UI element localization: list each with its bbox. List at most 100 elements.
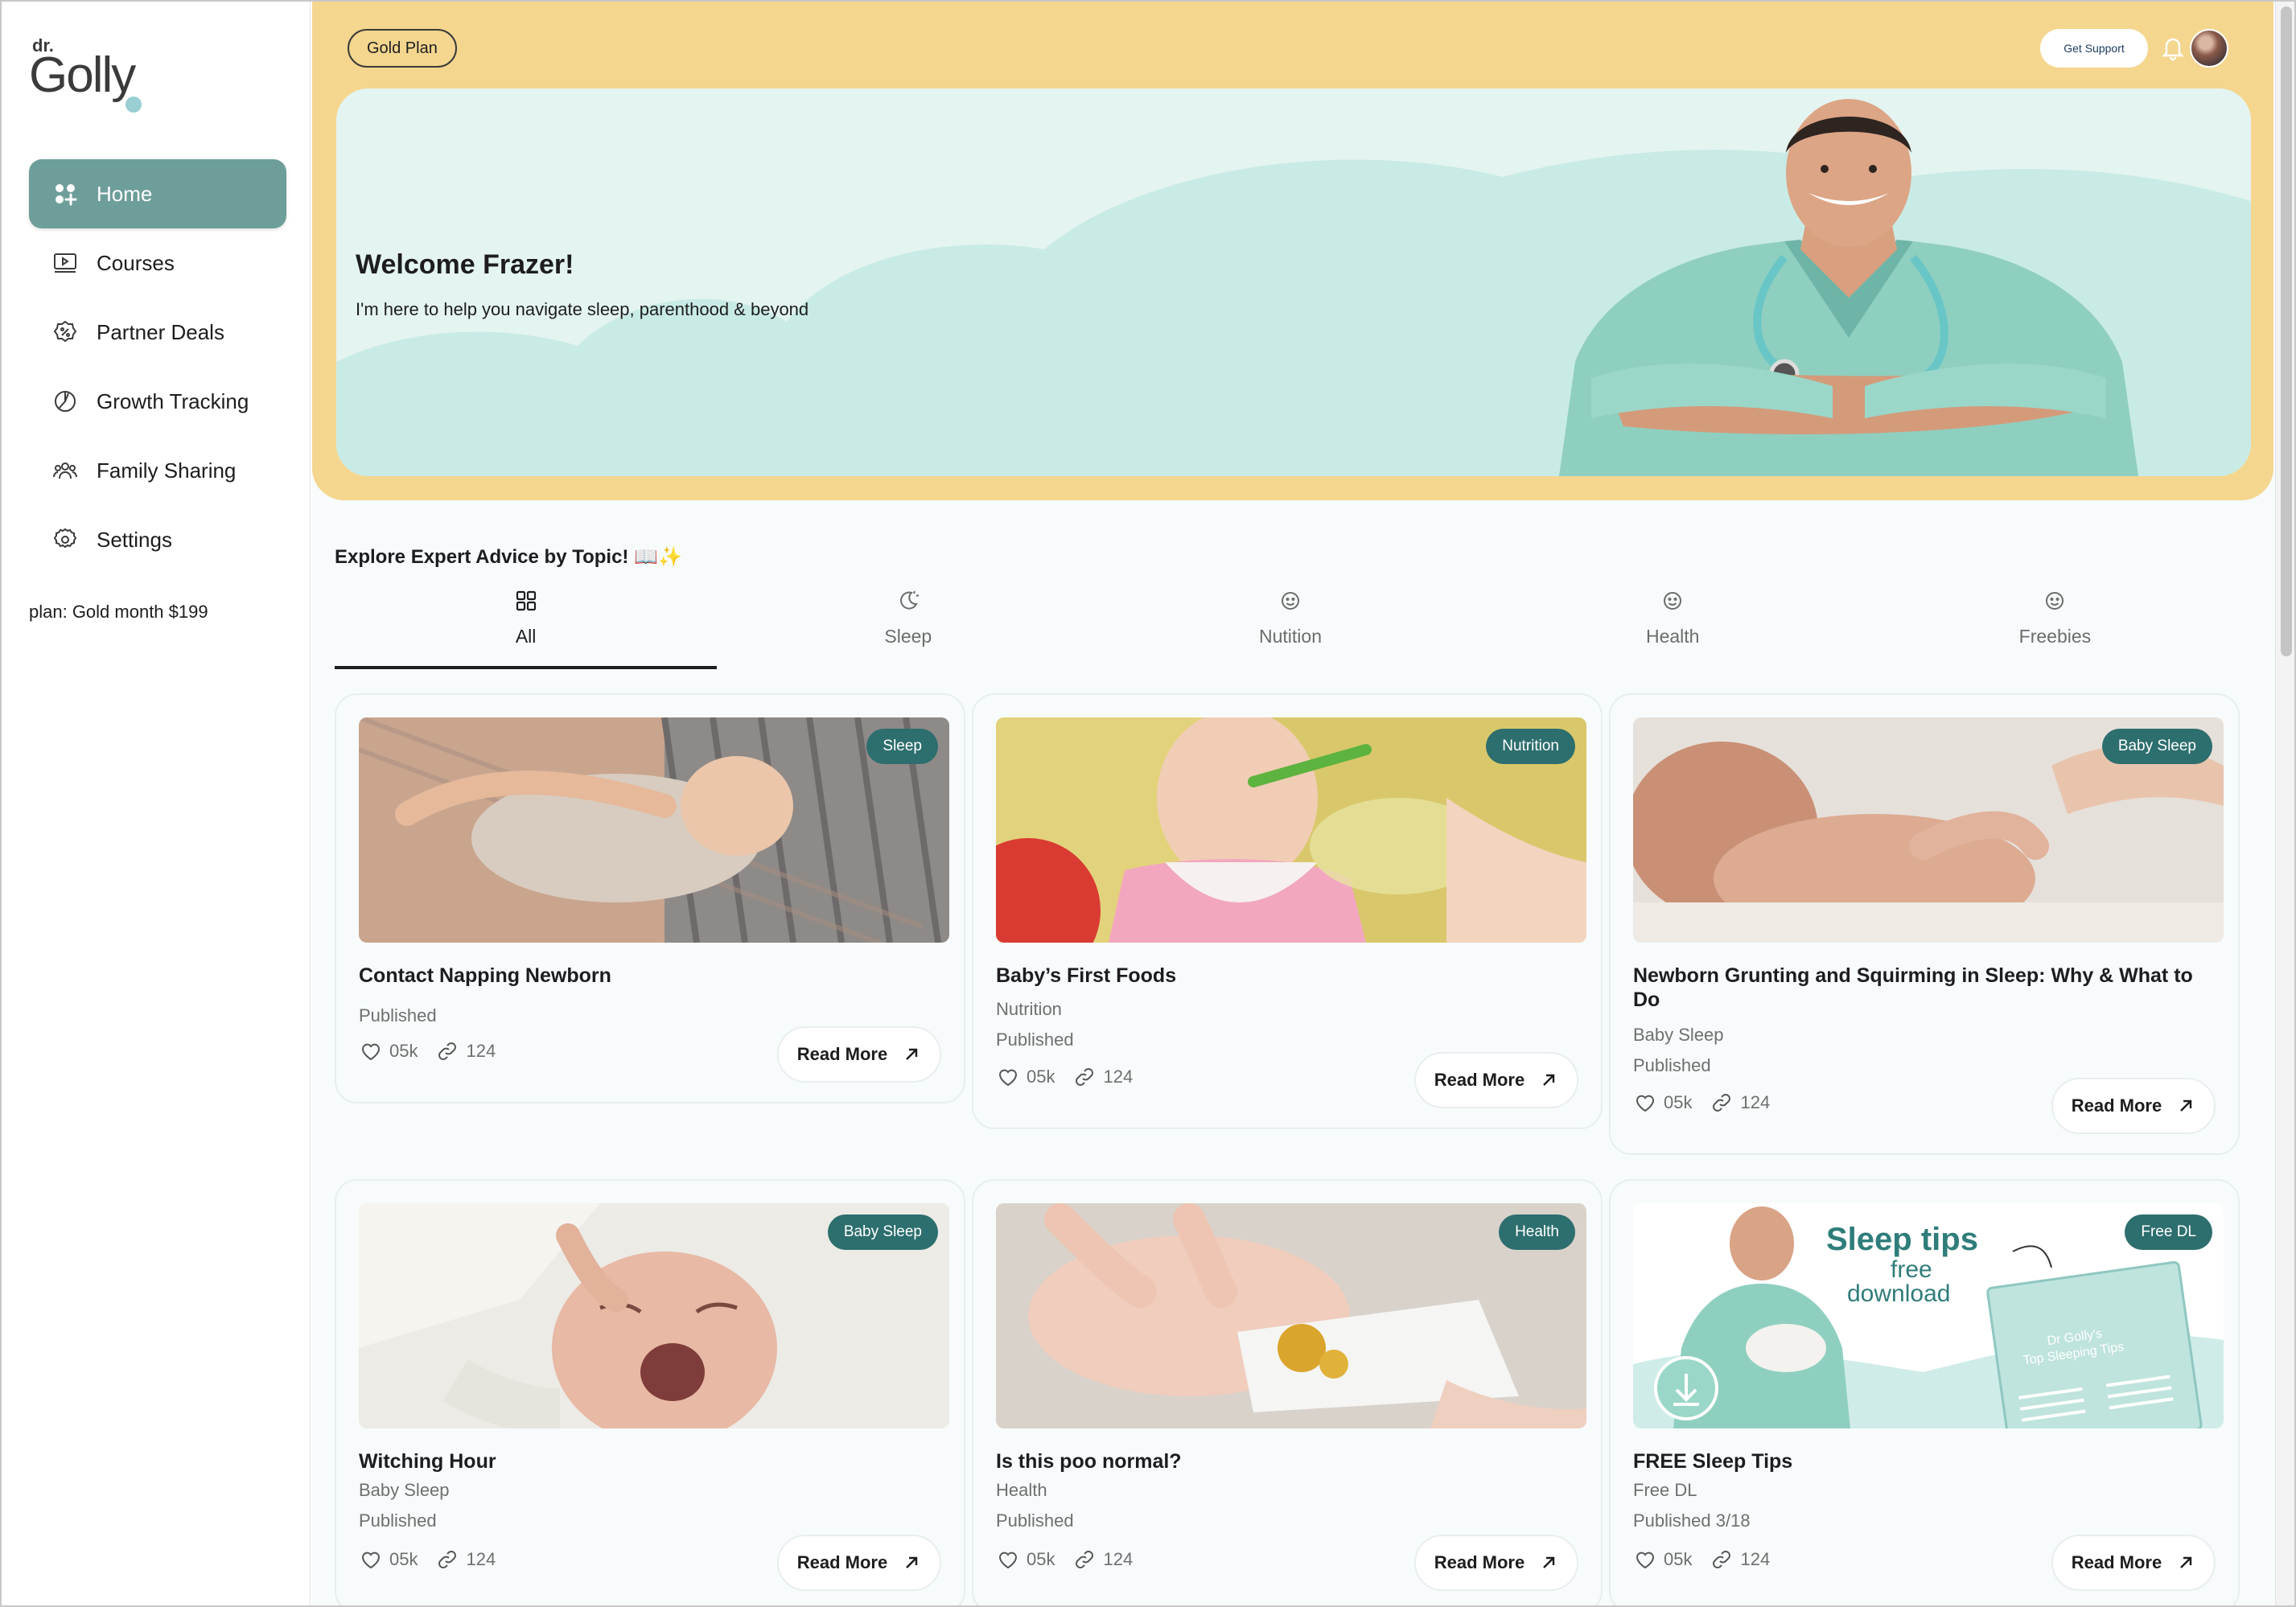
category-badge: Health bbox=[1499, 1214, 1575, 1250]
article-stats: 05k 124 bbox=[996, 1547, 1133, 1572]
article-title[interactable]: Is this poo normal? bbox=[996, 1449, 1583, 1473]
article-category: Baby Sleep bbox=[359, 1480, 450, 1500]
article-title[interactable]: Contact Napping Newborn bbox=[359, 964, 946, 988]
sidebar-item-settings[interactable]: Settings bbox=[29, 505, 286, 574]
article-stats: 05k 124 bbox=[996, 1065, 1133, 1089]
hero-banner: Welcome Frazer! I'm here to help you nav… bbox=[336, 88, 2251, 476]
article-card[interactable]: Baby Sleep Newborn Grunting and Squirmin… bbox=[1609, 693, 2240, 1155]
article-category: Health bbox=[996, 1480, 1047, 1500]
doctor-portrait bbox=[1559, 99, 2138, 476]
vertical-scrollbar[interactable] bbox=[2275, 2, 2294, 1605]
app-window: dr. Golly Home Courses Partner Deals Gro… bbox=[0, 0, 2296, 1607]
promo-headline: Sleep tips bbox=[1826, 1222, 1978, 1257]
users-icon bbox=[51, 457, 79, 484]
moon-icon bbox=[896, 589, 920, 613]
read-more-button[interactable]: Read More bbox=[2051, 1535, 2216, 1591]
article-card[interactable]: Baby Sleep Witching Hour Baby Sleep Publ… bbox=[335, 1179, 965, 1605]
sidebar-item-label: Growth Tracking bbox=[97, 388, 249, 413]
read-more-button[interactable]: Read More bbox=[777, 1535, 941, 1591]
article-status: Published bbox=[1633, 1055, 1711, 1075]
likes-count: 05k bbox=[389, 1549, 418, 1569]
tab-sleep[interactable]: Sleep bbox=[717, 581, 1099, 669]
tab-nutrition[interactable]: Nutition bbox=[1099, 581, 1481, 669]
article-image-crying-baby: Baby Sleep bbox=[359, 1203, 949, 1428]
sidebar: dr. Golly Home Courses Partner Deals Gro… bbox=[2, 2, 311, 1605]
sidebar-item-partner-deals[interactable]: Partner Deals bbox=[29, 298, 286, 367]
heart-icon[interactable] bbox=[359, 1547, 383, 1572]
arrow-up-right-icon bbox=[1539, 1071, 1558, 1090]
explore-title: Explore Expert Advice by Topic! 📖✨ bbox=[335, 546, 682, 568]
welcome-title: Welcome Frazer! bbox=[356, 249, 574, 280]
sidebar-nav: Home Courses Partner Deals Growth Tracki… bbox=[29, 159, 286, 574]
category-badge: Sleep bbox=[866, 729, 938, 764]
link-icon[interactable] bbox=[1710, 1547, 1734, 1572]
sidebar-item-home[interactable]: Home bbox=[29, 159, 286, 228]
user-avatar[interactable] bbox=[2190, 29, 2228, 68]
article-status: Published bbox=[359, 1510, 437, 1531]
article-title[interactable]: FREE Sleep Tips bbox=[1633, 1449, 2220, 1473]
sidebar-item-family-sharing[interactable]: Family Sharing bbox=[29, 436, 286, 505]
article-card[interactable]: Health Is this poo normal? Health Publis… bbox=[972, 1179, 1603, 1605]
article-category: Baby Sleep bbox=[1633, 1025, 1724, 1045]
main-content: Gold Plan Get Support Welcome Frazer! I'… bbox=[312, 2, 2275, 1605]
read-more-button[interactable]: Read More bbox=[1414, 1052, 1578, 1108]
link-icon[interactable] bbox=[435, 1547, 459, 1572]
plan-info: plan: Gold month $199 bbox=[29, 602, 208, 622]
article-stats: 05k 124 bbox=[1633, 1547, 1770, 1572]
heart-icon[interactable] bbox=[1633, 1091, 1657, 1115]
heart-icon[interactable] bbox=[359, 1039, 383, 1063]
heart-icon[interactable] bbox=[996, 1065, 1020, 1089]
article-title[interactable]: Newborn Grunting and Squirming in Sleep:… bbox=[1633, 964, 2220, 1012]
link-icon[interactable] bbox=[1072, 1065, 1097, 1089]
likes-count: 05k bbox=[389, 1041, 418, 1061]
article-image-sleep-tips-promo: Sleep tips free download Dr Golly's Top … bbox=[1633, 1203, 2224, 1428]
article-stats: 05k 124 bbox=[359, 1039, 496, 1063]
article-stats: 05k 124 bbox=[359, 1547, 496, 1572]
tab-label: Nutition bbox=[1259, 626, 1322, 647]
sidebar-item-label: Family Sharing bbox=[97, 458, 237, 483]
gear-icon bbox=[51, 526, 79, 553]
tab-health[interactable]: Health bbox=[1482, 581, 1864, 669]
tab-all[interactable]: All bbox=[335, 581, 718, 669]
read-more-button[interactable]: Read More bbox=[2051, 1078, 2216, 1134]
links-count: 124 bbox=[1103, 1549, 1134, 1569]
dr-golly-logo[interactable]: dr. Golly bbox=[27, 34, 164, 122]
article-card[interactable]: Sleep tips free download Dr Golly's Top … bbox=[1609, 1179, 2240, 1605]
article-status: Published bbox=[359, 1005, 437, 1025]
link-icon[interactable] bbox=[1710, 1091, 1734, 1115]
heart-icon[interactable] bbox=[996, 1547, 1020, 1572]
links-count: 124 bbox=[466, 1041, 496, 1061]
arrow-up-right-icon bbox=[1539, 1553, 1558, 1572]
sidebar-item-growth-tracking[interactable]: Growth Tracking bbox=[29, 367, 286, 436]
read-more-button[interactable]: Read More bbox=[1414, 1535, 1578, 1591]
scrollbar-thumb[interactable] bbox=[2281, 6, 2292, 656]
read-more-label: Read More bbox=[1434, 1070, 1525, 1090]
logo-text: Golly bbox=[29, 47, 136, 103]
smiley-icon bbox=[1660, 589, 1685, 613]
link-icon[interactable] bbox=[1072, 1547, 1097, 1572]
topic-tabs: All Sleep Nutition Health Freebies bbox=[335, 581, 2246, 669]
get-support-button[interactable]: Get Support bbox=[2040, 29, 2148, 68]
article-title[interactable]: Witching Hour bbox=[359, 1449, 946, 1473]
article-title[interactable]: Baby’s First Foods bbox=[996, 964, 1583, 988]
promo-download: download bbox=[1847, 1280, 1950, 1307]
smiley-icon bbox=[2043, 589, 2067, 613]
article-card[interactable]: Nutrition Baby’s First Foods Nutrition P… bbox=[972, 693, 1603, 1129]
article-card[interactable]: Sleep Contact Napping Newborn Published … bbox=[335, 693, 965, 1104]
read-more-label: Read More bbox=[2071, 1552, 2162, 1572]
article-image-nappy: Health bbox=[996, 1203, 1586, 1428]
arrow-up-right-icon bbox=[902, 1553, 921, 1572]
links-count: 124 bbox=[1740, 1549, 1771, 1569]
read-more-label: Read More bbox=[1434, 1552, 1525, 1572]
read-more-button[interactable]: Read More bbox=[777, 1026, 941, 1083]
article-image-sleeping-baby: Sleep bbox=[359, 717, 949, 943]
plan-badge[interactable]: Gold Plan bbox=[348, 29, 457, 68]
category-badge: Baby Sleep bbox=[827, 1214, 938, 1250]
bell-icon[interactable] bbox=[2159, 34, 2187, 61]
link-icon[interactable] bbox=[435, 1039, 459, 1063]
sidebar-item-courses[interactable]: Courses bbox=[29, 228, 286, 298]
heart-icon[interactable] bbox=[1633, 1547, 1657, 1572]
sidebar-item-label: Settings bbox=[97, 527, 172, 552]
tab-freebies[interactable]: Freebies bbox=[1864, 581, 2246, 669]
likes-count: 05k bbox=[1027, 1549, 1055, 1569]
